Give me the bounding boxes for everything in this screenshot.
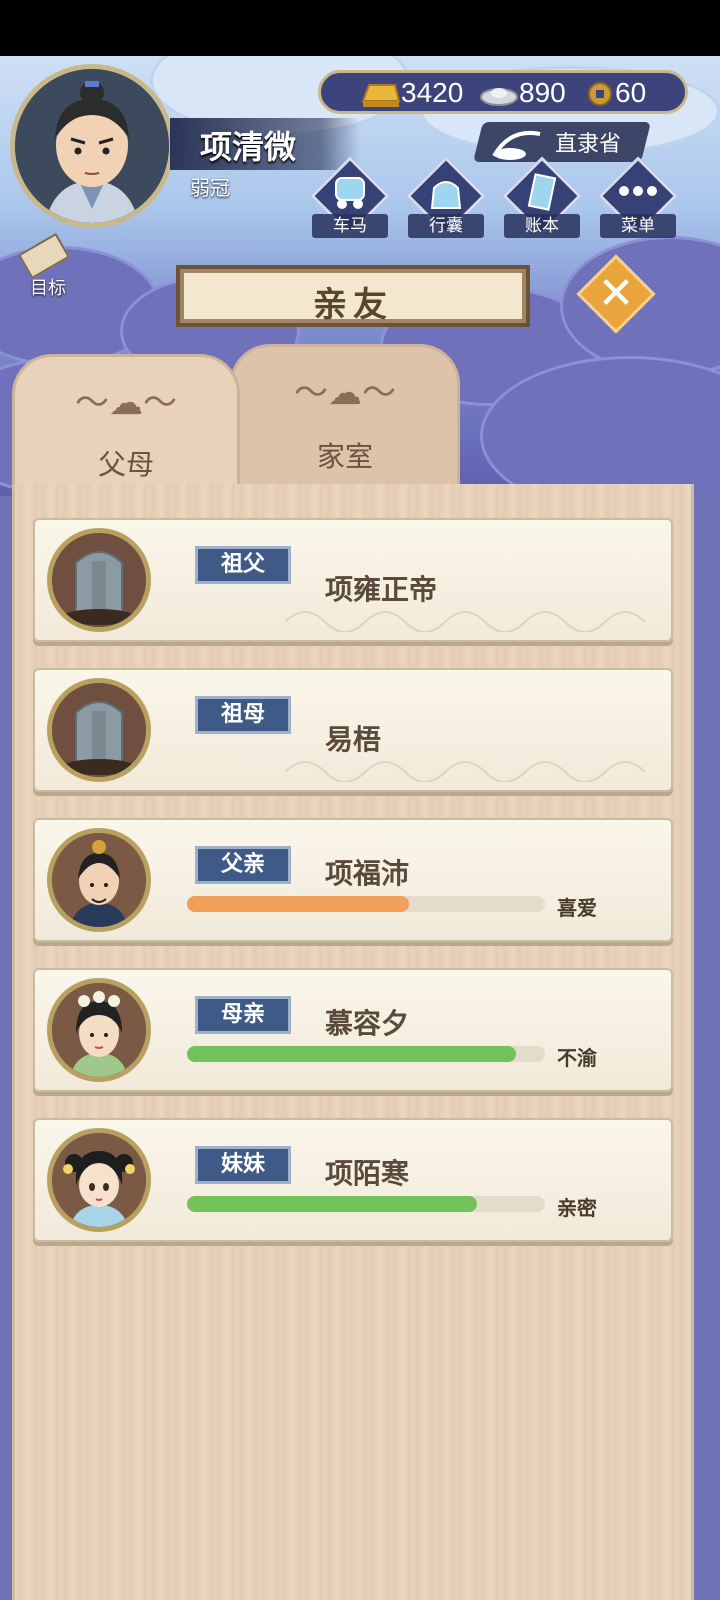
ledger-icon (527, 173, 557, 211)
member-name: 项福沛 (325, 857, 410, 890)
father-portrait (47, 828, 151, 932)
cloud-ornament-icon: 〜☁〜 (75, 383, 177, 423)
carriage-icon (335, 177, 365, 209)
goal-label: 目标 (30, 278, 66, 299)
mood-label: 亲密 (557, 1196, 597, 1220)
menu-button-ledger[interactable]: 账本 (502, 156, 582, 238)
relation-badge: 母亲 (195, 996, 291, 1034)
copper-coin-icon (588, 82, 612, 106)
member-name: 项陌寒 (325, 1157, 410, 1190)
bag-icon (430, 181, 462, 209)
gold-amount: 3420 (401, 77, 464, 108)
title-banner: 亲友 (176, 265, 530, 327)
tab-label: 父母 (97, 448, 154, 481)
menu-button-more[interactable]: 菜单 (598, 156, 678, 238)
menu-label: 行囊 (408, 214, 484, 238)
affection-bar (187, 1046, 545, 1062)
tab-label: 家室 (316, 440, 373, 473)
coin-amount: 60 (615, 77, 647, 108)
menu-label: 账本 (504, 214, 580, 238)
affection-bar (187, 896, 545, 912)
player-title: 弱冠 (190, 176, 230, 200)
mood-label: 喜爱 (557, 896, 597, 920)
silver-ingot-icon (480, 88, 518, 106)
relation-badge: 父亲 (195, 846, 291, 884)
silver-amount: 890 (519, 77, 566, 108)
affection-bar-fill (187, 1196, 477, 1212)
affection-bar-fill (187, 896, 409, 912)
family-card-mother[interactable]: 母亲 慕容夕 不渝 (33, 968, 673, 1092)
member-name: 慕容夕 (325, 1007, 410, 1040)
menu-button-bag[interactable]: 行囊 (406, 156, 486, 238)
page-title: 亲友 (313, 285, 393, 325)
family-card-grandmother[interactable]: 祖母 易梧 (33, 668, 673, 792)
player-avatar[interactable] (10, 64, 174, 228)
goal-button[interactable]: 目标 (10, 232, 80, 300)
affection-bar-fill (187, 1046, 517, 1062)
scroll-icon (17, 232, 71, 280)
affection-bar (187, 1196, 545, 1212)
cloud-ornament-icon: 〜☁〜 (294, 373, 396, 413)
relation-badge: 祖父 (195, 546, 291, 584)
relation-badge: 祖母 (195, 696, 291, 734)
family-card-grandfather[interactable]: 祖父 项雍正帝 (33, 518, 673, 642)
more-icon (619, 186, 657, 196)
mother-portrait (47, 978, 151, 1082)
menu-label: 车马 (312, 214, 388, 238)
mood-label: 不渝 (557, 1046, 597, 1070)
relation-badge: 妹妹 (195, 1146, 291, 1184)
sister-portrait (47, 1128, 151, 1232)
menu-label: 菜单 (600, 214, 676, 238)
player-name: 项清微 (200, 128, 297, 166)
menu-button-carriage[interactable]: 车马 (310, 156, 390, 238)
tab-family[interactable]: 〜☁〜 家室 (230, 344, 460, 490)
tab-parents[interactable]: 〜☁〜 父母 (12, 354, 240, 490)
location-name: 直隶省 (555, 132, 622, 157)
tombstone-portrait (47, 528, 151, 632)
gold-ingot-icon (361, 84, 401, 107)
family-card-father[interactable]: 父亲 项福沛 喜爱 (33, 818, 673, 942)
currency-bar: 3420 890 60 (318, 70, 688, 114)
tombstone-portrait (47, 678, 151, 782)
close-icon[interactable]: ✕ (594, 268, 638, 320)
family-card-sister[interactable]: 妹妹 项陌寒 亲密 (33, 1118, 673, 1242)
map-pin-icon (492, 131, 541, 160)
status-bar (0, 0, 720, 56)
